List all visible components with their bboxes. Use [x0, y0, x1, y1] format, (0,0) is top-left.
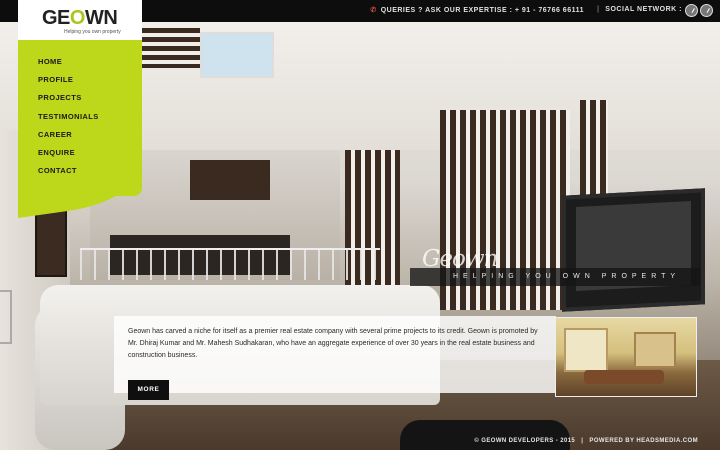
footer: © GEOWN DEVELOPERS - 2015 | POWERED BY H…	[474, 438, 698, 444]
brand-tagline: HELPING YOU OWN PROPERTY	[453, 273, 681, 280]
nav-item-enquire[interactable]: ENQUIRE	[38, 148, 142, 166]
nav-item-career[interactable]: CAREER	[38, 130, 142, 148]
main-nav: HOME PROFILE PROJECTS TESTIMONIALS CAREE…	[18, 40, 142, 196]
skylight	[200, 32, 274, 78]
copyright: © GEOWN DEVELOPERS - 2015	[474, 438, 576, 444]
queries-label: QUERIES ? ASK OUR EXPERTISE : + 91 - 767…	[380, 7, 584, 14]
logo-wordmark: GEOWN	[42, 7, 118, 29]
social-icon-1[interactable]	[685, 4, 698, 17]
logo-tagline: Helping you own property	[64, 29, 121, 35]
window-blind	[140, 28, 200, 68]
social-icon-2[interactable]	[700, 4, 713, 17]
social-network-label: SOCIAL NETWORK :	[605, 6, 682, 13]
powered-by-link[interactable]: POWERED BY HEADSMEDIA.COM	[589, 438, 698, 444]
window-blind	[580, 100, 608, 195]
chair	[400, 420, 570, 450]
more-button[interactable]: MORE	[128, 380, 169, 400]
railing	[80, 248, 380, 280]
nav-item-home[interactable]: HOME	[38, 57, 142, 75]
about-panel: Geown has carved a niche for itself as a…	[114, 316, 556, 393]
kitchen-cabinet	[190, 160, 270, 200]
nav-item-projects[interactable]: PROJECTS	[38, 93, 142, 111]
nav-item-profile[interactable]: PROFILE	[38, 75, 142, 93]
interior-thumbnail[interactable]	[555, 317, 697, 397]
door-handle	[0, 290, 12, 344]
about-text: Geown has carved a niche for itself as a…	[128, 328, 538, 359]
phone-icon: ✆	[370, 7, 377, 14]
nav-item-testimonials[interactable]: TESTIMONIALS	[38, 112, 142, 130]
nav-item-contact[interactable]: CONTACT	[38, 166, 142, 184]
footer-separator: |	[581, 438, 584, 444]
television	[562, 188, 705, 312]
queries-contact[interactable]: ✆ QUERIES ? ASK OUR EXPERTISE : + 91 - 76…	[370, 6, 584, 14]
logo[interactable]: GEOWN Helping you own property	[18, 0, 142, 40]
topbar-separator: |	[597, 6, 599, 13]
